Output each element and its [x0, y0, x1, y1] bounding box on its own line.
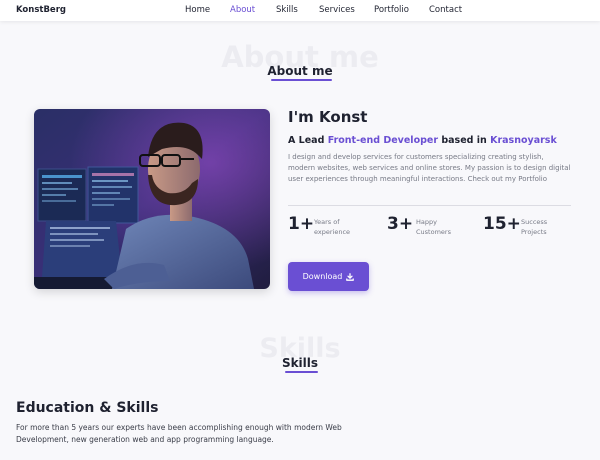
- stat-number: 3+: [387, 214, 414, 234]
- stat-number: 15+: [483, 214, 521, 234]
- about-title-underline: [271, 79, 332, 81]
- skills-heading: Education & Skills: [16, 400, 159, 416]
- download-icon: [346, 272, 355, 281]
- nav-home[interactable]: Home: [185, 5, 210, 15]
- stat-label: Success Projects: [521, 218, 548, 236]
- download-button[interactable]: Download: [288, 262, 369, 291]
- stat-label: Happy Customers: [416, 218, 451, 236]
- about-photo: [34, 109, 270, 289]
- nav-about[interactable]: About: [230, 5, 255, 15]
- navbar: KonstBerg Home About Skills Services Por…: [0, 0, 600, 21]
- skills-title-underline: [285, 371, 318, 373]
- stat-label: Years of experience: [314, 218, 351, 236]
- stat-number: 1+: [288, 214, 315, 234]
- role-title: Front-end Developer: [327, 135, 439, 146]
- about-title: About me: [267, 64, 333, 78]
- nav-services[interactable]: Services: [319, 5, 355, 15]
- about-description: I design and develop services for custom…: [288, 153, 571, 183]
- nav-contact[interactable]: Contact: [429, 5, 462, 15]
- role-city: Krasnoyarsk: [490, 135, 557, 146]
- nav-skills[interactable]: Skills: [276, 5, 298, 15]
- about-divider: [288, 205, 571, 206]
- about-role: A Lead Front-end Developer based in Kras…: [288, 135, 557, 146]
- nav-menu: Home About Skills Services Portfolio Con…: [0, 0, 600, 21]
- skills-title: Skills: [281, 356, 319, 370]
- nav-portfolio[interactable]: Portfolio: [374, 5, 409, 15]
- download-button-label: Download: [302, 272, 343, 281]
- about-name: I'm Konst: [288, 108, 368, 126]
- skills-description: For more than 5 years our experts have b…: [16, 423, 342, 444]
